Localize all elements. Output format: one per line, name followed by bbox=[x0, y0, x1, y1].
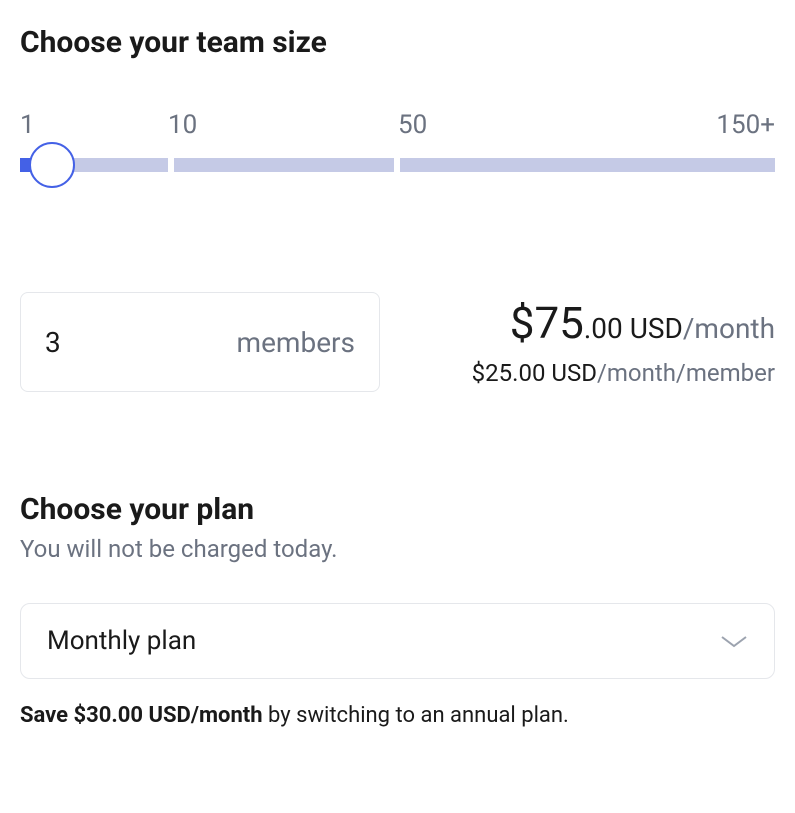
members-suffix-label: members bbox=[237, 326, 355, 359]
chevron-down-icon bbox=[720, 633, 748, 649]
plan-selected-label: Monthly plan bbox=[47, 626, 196, 656]
price-major: 75 bbox=[534, 297, 583, 349]
price-currency: $ bbox=[510, 297, 535, 349]
savings-suffix: by switching to an annual plan. bbox=[263, 703, 569, 728]
members-price-row: members $75.00 USD/month $25.00 USD/mont… bbox=[20, 292, 775, 392]
team-size-slider[interactable]: 1 10 50 150+ bbox=[20, 110, 775, 172]
price-currency-label: USD bbox=[623, 312, 683, 345]
plan-title: Choose your plan bbox=[20, 492, 775, 527]
price-block: $75.00 USD/month $25.00 USD/month/member bbox=[472, 297, 775, 387]
per-member-period: /month/member bbox=[597, 359, 775, 387]
plan-select-dropdown[interactable]: Monthly plan bbox=[20, 603, 775, 679]
savings-prefix: Save bbox=[20, 703, 74, 728]
members-input-container[interactable]: members bbox=[20, 292, 380, 392]
plan-subtitle: You will not be charged today. bbox=[20, 535, 775, 563]
price-minor: .00 bbox=[584, 312, 623, 345]
team-size-title: Choose your team size bbox=[20, 25, 775, 60]
slider-labels: 1 10 50 150+ bbox=[20, 110, 775, 140]
slider-track[interactable] bbox=[20, 158, 775, 172]
savings-text: Save $30.00 USD/month by switching to an… bbox=[20, 703, 775, 728]
slider-thumb[interactable] bbox=[29, 142, 75, 188]
price-per-member: $25.00 USD/month/member bbox=[472, 359, 775, 387]
price-period: /month bbox=[683, 312, 775, 345]
savings-amount: $30.00 USD/month bbox=[74, 703, 263, 728]
price-total: $75.00 USD/month bbox=[472, 297, 775, 349]
members-count-input[interactable] bbox=[45, 326, 105, 359]
slider-label-10: 10 bbox=[168, 110, 197, 140]
slider-label-150: 150+ bbox=[716, 110, 775, 140]
slider-segment-3 bbox=[400, 158, 775, 172]
slider-label-50: 50 bbox=[398, 110, 427, 140]
slider-segment-2 bbox=[174, 158, 394, 172]
slider-label-1: 1 bbox=[20, 110, 35, 140]
per-member-amount: $25.00 USD bbox=[472, 359, 597, 387]
